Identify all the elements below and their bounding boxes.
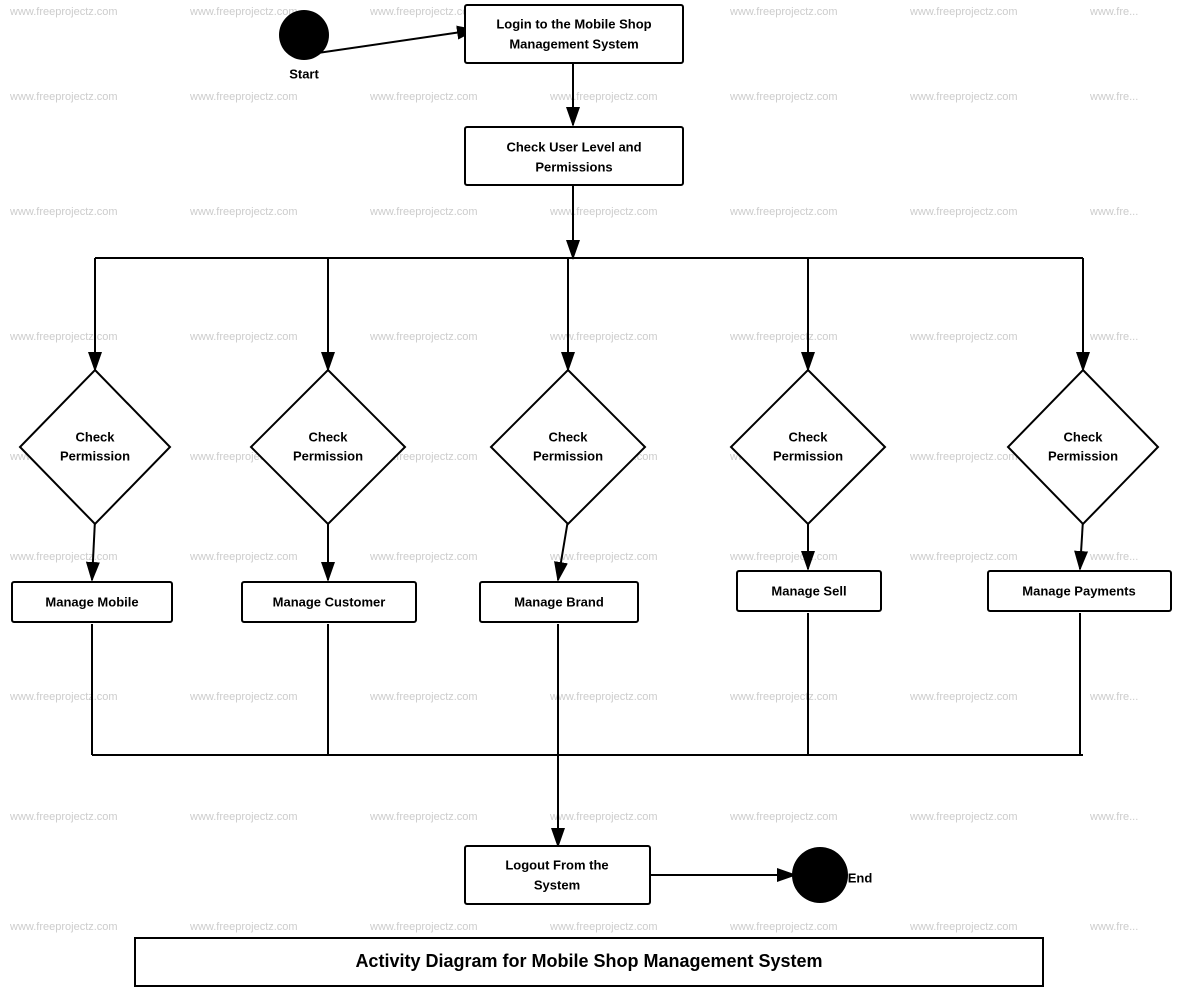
svg-text:www.freeprojectz.com: www.freeprojectz.com <box>729 91 838 103</box>
svg-text:www.freeprojectz.com: www.freeprojectz.com <box>909 551 1018 563</box>
diagram-container: www.freeprojectz.com www.freeprojectz.co… <box>0 0 1178 994</box>
svg-text:www.fre...: www.fre... <box>1089 691 1138 703</box>
check-permission-3-label2: Permission <box>533 448 603 463</box>
svg-text:www.fre...: www.fre... <box>1089 206 1138 218</box>
svg-text:www.freeprojectz.com: www.freeprojectz.com <box>909 206 1018 218</box>
svg-text:www.freeprojectz.com: www.freeprojectz.com <box>9 206 118 218</box>
svg-text:www.freeprojectz.com: www.freeprojectz.com <box>369 811 478 823</box>
check-permission-4 <box>731 370 885 524</box>
svg-text:www.freeprojectz.com: www.freeprojectz.com <box>369 91 478 103</box>
svg-text:www.fre...: www.fre... <box>1089 921 1138 933</box>
svg-text:www.freeprojectz.com: www.freeprojectz.com <box>369 921 478 933</box>
svg-text:www.freeprojectz.com: www.freeprojectz.com <box>369 206 478 218</box>
svg-text:www.freeprojectz.com: www.freeprojectz.com <box>189 551 298 563</box>
svg-text:www.freeprojectz.com: www.freeprojectz.com <box>909 691 1018 703</box>
login-label2: Management System <box>509 36 638 51</box>
check-permission-5-label: Check <box>1063 429 1103 444</box>
svg-text:www.freeprojectz.com: www.freeprojectz.com <box>729 811 838 823</box>
check-permission-5-label2: Permission <box>1048 448 1118 463</box>
logout-label: Logout From the <box>505 857 608 872</box>
svg-text:www.freeprojectz.com: www.freeprojectz.com <box>189 331 298 343</box>
logout-node <box>465 846 650 904</box>
svg-text:www.freeprojectz.com: www.freeprojectz.com <box>729 921 838 933</box>
check-permission-4-label2: Permission <box>773 448 843 463</box>
svg-text:www.freeprojectz.com: www.freeprojectz.com <box>729 691 838 703</box>
svg-text:www.fre...: www.fre... <box>1089 811 1138 823</box>
svg-text:www.freeprojectz.com: www.freeprojectz.com <box>9 921 118 933</box>
svg-text:www.freeprojectz.com: www.freeprojectz.com <box>9 331 118 343</box>
svg-text:www.freeprojectz.com: www.freeprojectz.com <box>909 811 1018 823</box>
manage-sell-label: Manage Sell <box>771 583 846 598</box>
svg-text:www.freeprojectz.com: www.freeprojectz.com <box>549 691 658 703</box>
check-user-level-label2: Permissions <box>535 159 612 174</box>
svg-text:www.freeprojectz.com: www.freeprojectz.com <box>909 451 1018 463</box>
svg-text:www.freeprojectz.com: www.freeprojectz.com <box>369 6 478 18</box>
svg-text:www.freeprojectz.com: www.freeprojectz.com <box>369 331 478 343</box>
svg-text:www.freeprojectz.com: www.freeprojectz.com <box>189 691 298 703</box>
svg-text:www.freeprojectz.com: www.freeprojectz.com <box>549 811 658 823</box>
svg-text:www.freeprojectz.com: www.freeprojectz.com <box>189 6 298 18</box>
start-node <box>279 10 329 60</box>
check-permission-3-label: Check <box>548 429 588 444</box>
svg-text:www.freeprojectz.com: www.freeprojectz.com <box>189 921 298 933</box>
svg-text:www.fre...: www.fre... <box>1089 331 1138 343</box>
svg-text:www.freeprojectz.com: www.freeprojectz.com <box>909 6 1018 18</box>
check-permission-1-label2: Permission <box>60 448 130 463</box>
svg-text:www.fre...: www.fre... <box>1089 6 1138 18</box>
svg-text:www.freeprojectz.com: www.freeprojectz.com <box>189 811 298 823</box>
logout-label2: System <box>534 877 580 892</box>
check-permission-1 <box>20 370 170 524</box>
check-permission-2-label2: Permission <box>293 448 363 463</box>
svg-text:www.freeprojectz.com: www.freeprojectz.com <box>549 551 658 563</box>
login-node <box>465 5 683 63</box>
end-node <box>792 847 848 903</box>
check-permission-2-label: Check <box>308 429 348 444</box>
login-label: Login to the Mobile Shop <box>496 16 651 31</box>
svg-text:www.freeprojectz.com: www.freeprojectz.com <box>909 921 1018 933</box>
svg-text:www.fre...: www.fre... <box>1089 91 1138 103</box>
check-permission-2 <box>251 370 405 524</box>
manage-brand-label: Manage Brand <box>514 594 604 609</box>
manage-customer-label: Manage Customer <box>273 594 386 609</box>
svg-text:www.freeprojectz.com: www.freeprojectz.com <box>9 691 118 703</box>
svg-text:www.freeprojectz.com: www.freeprojectz.com <box>729 551 838 563</box>
check-permission-3 <box>491 370 645 524</box>
svg-text:www.freeprojectz.com: www.freeprojectz.com <box>549 206 658 218</box>
svg-text:www.freeprojectz.com: www.freeprojectz.com <box>549 331 658 343</box>
svg-text:www.freeprojectz.com: www.freeprojectz.com <box>369 551 478 563</box>
start-label: Start <box>289 66 319 81</box>
manage-payments-label: Manage Payments <box>1022 583 1135 598</box>
svg-text:www.freeprojectz.com: www.freeprojectz.com <box>729 206 838 218</box>
svg-text:www.freeprojectz.com: www.freeprojectz.com <box>729 6 838 18</box>
svg-text:www.freeprojectz.com: www.freeprojectz.com <box>729 331 838 343</box>
check-permission-5 <box>1008 370 1158 524</box>
check-user-level-label: Check User Level and <box>506 139 641 154</box>
check-permission-1-label: Check <box>75 429 115 444</box>
check-user-level-node <box>465 127 683 185</box>
svg-text:www.freeprojectz.com: www.freeprojectz.com <box>369 691 478 703</box>
svg-text:www.freeprojectz.com: www.freeprojectz.com <box>9 91 118 103</box>
svg-text:www.freeprojectz.com: www.freeprojectz.com <box>9 6 118 18</box>
end-label: End <box>848 870 873 885</box>
svg-text:www.freeprojectz.com: www.freeprojectz.com <box>549 91 658 103</box>
svg-text:www.freeprojectz.com: www.freeprojectz.com <box>189 91 298 103</box>
svg-text:www.freeprojectz.com: www.freeprojectz.com <box>189 206 298 218</box>
diagram-title: Activity Diagram for Mobile Shop Managem… <box>355 951 822 971</box>
svg-text:www.fre...: www.fre... <box>1089 551 1138 563</box>
manage-mobile-label: Manage Mobile <box>45 594 138 609</box>
svg-text:www.freeprojectz.com: www.freeprojectz.com <box>9 811 118 823</box>
svg-text:www.freeprojectz.com: www.freeprojectz.com <box>549 921 658 933</box>
check-permission-4-label: Check <box>788 429 828 444</box>
svg-text:www.freeprojectz.com: www.freeprojectz.com <box>9 551 118 563</box>
svg-text:www.freeprojectz.com: www.freeprojectz.com <box>909 91 1018 103</box>
svg-text:www.freeprojectz.com: www.freeprojectz.com <box>909 331 1018 343</box>
